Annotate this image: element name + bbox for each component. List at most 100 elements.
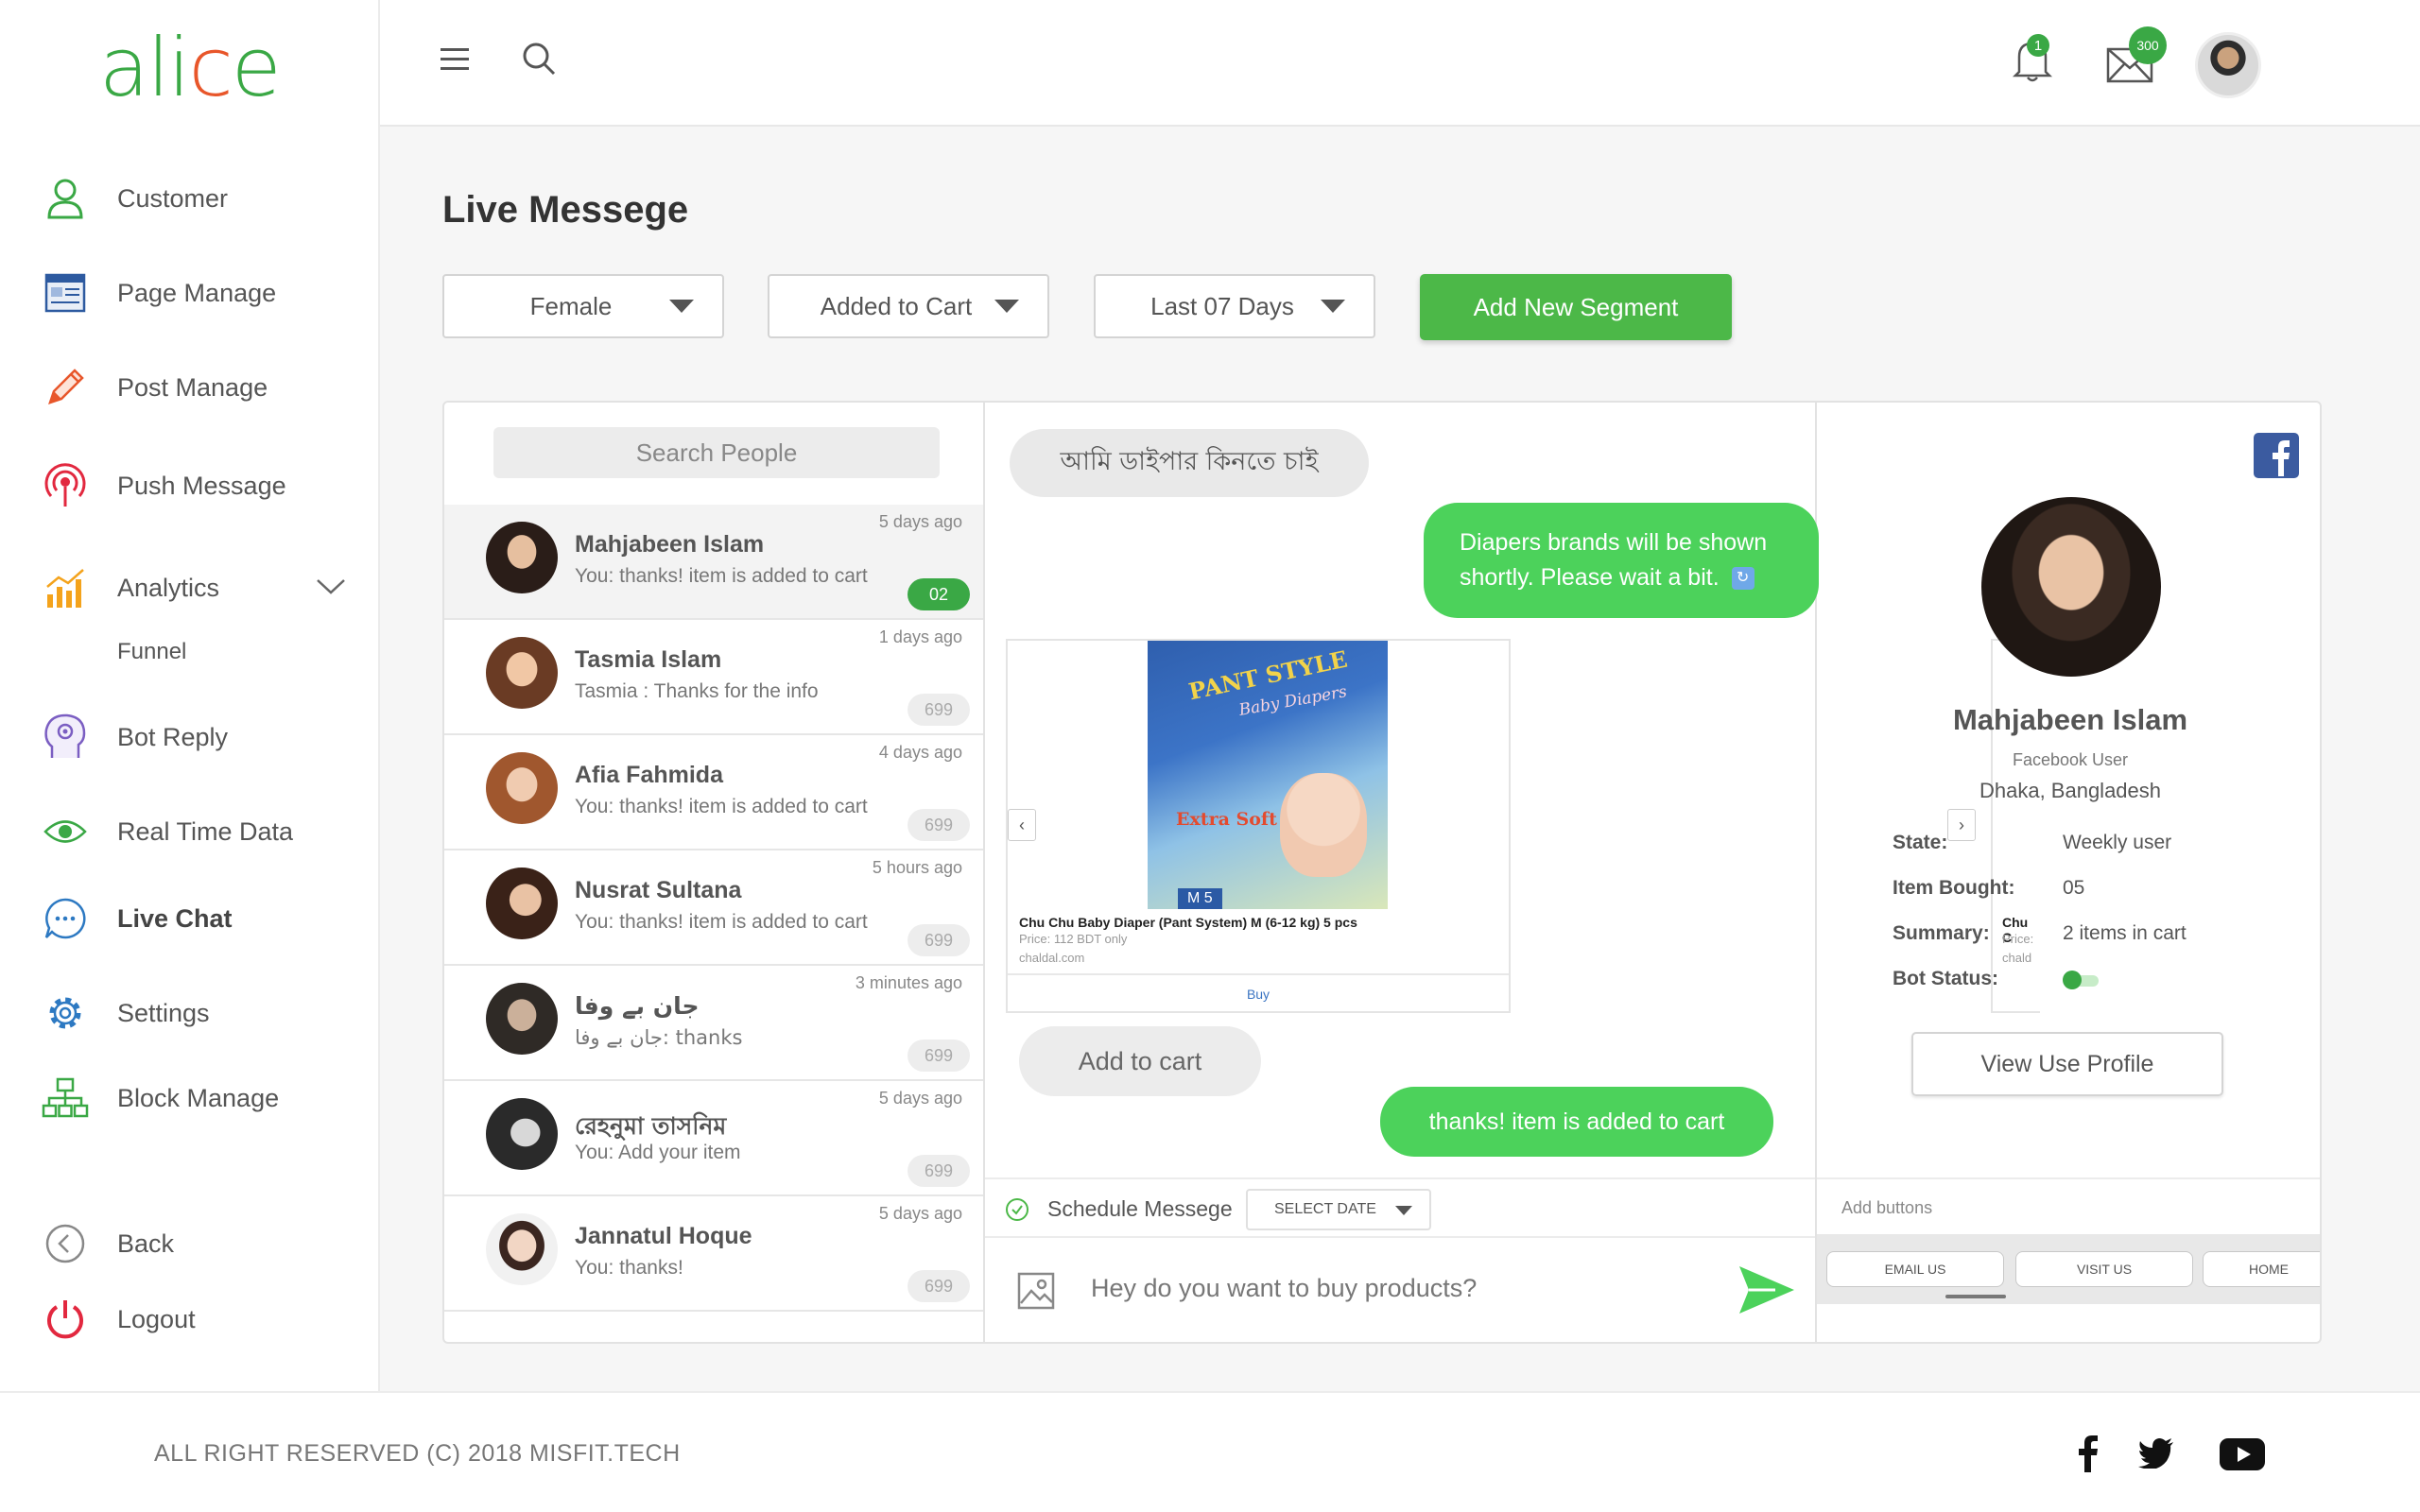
sidebar-item-live-chat[interactable]: Live Chat bbox=[42, 890, 233, 947]
baby-illustration bbox=[1280, 773, 1367, 877]
chat-panel: Search People Mahjabeen Islam You: thank… bbox=[442, 401, 2322, 1344]
page-title: Live Messege bbox=[442, 189, 689, 231]
add-new-segment-button[interactable]: Add New Segment bbox=[1420, 274, 1732, 340]
hierarchy-icon bbox=[42, 1074, 89, 1122]
send-icon[interactable] bbox=[1737, 1264, 1796, 1320]
refresh-emoji-icon: ↻ bbox=[1731, 567, 1754, 591]
select-date-dropdown[interactable]: SELECT DATE bbox=[1246, 1189, 1431, 1230]
chat-icon bbox=[42, 895, 89, 942]
unread-badge: 699 bbox=[908, 1040, 970, 1072]
sidebar-subitem-funnel[interactable]: Funnel bbox=[117, 639, 186, 665]
status-filter-dropdown[interactable]: Added to Cart bbox=[768, 274, 1049, 338]
analytics-icon bbox=[42, 564, 89, 611]
facebook-icon[interactable] bbox=[2078, 1435, 2099, 1477]
sidebar-item-block-manage[interactable]: Block Manage bbox=[42, 1070, 279, 1126]
sidebar-item-label: Logout bbox=[117, 1304, 196, 1333]
youtube-icon[interactable] bbox=[2220, 1438, 2265, 1475]
gender-filter-dropdown[interactable]: Female bbox=[442, 274, 724, 338]
outgoing-message: Diapers brands will be shown shortly. Pl… bbox=[1424, 503, 1819, 618]
contact-item[interactable]: Nusrat Sultana You: thanks! item is adde… bbox=[444, 850, 983, 966]
caret-down-icon bbox=[994, 300, 1019, 313]
schedule-checkbox[interactable] bbox=[1006, 1198, 1028, 1221]
message-input[interactable]: Hey do you want to buy products? bbox=[1091, 1274, 1477, 1303]
profile-avatar bbox=[1981, 497, 2161, 677]
user-icon bbox=[42, 175, 89, 222]
sidebar-item-label: Bot Reply bbox=[117, 722, 229, 751]
sidebar-item-post-manage[interactable]: Post Manage bbox=[42, 359, 268, 416]
quick-reply-add-to-cart[interactable]: Add to cart bbox=[1019, 1026, 1261, 1096]
menu-icon[interactable] bbox=[441, 47, 471, 77]
avatar bbox=[486, 1098, 558, 1170]
message-badge: 300 bbox=[2129, 26, 2167, 64]
app-logo[interactable]: alice bbox=[99, 21, 282, 115]
page-icon bbox=[42, 269, 89, 317]
avatar bbox=[486, 983, 558, 1055]
conversation-area: আমি ডাইপার কিনতে চাই Diapers brands will… bbox=[985, 403, 2040, 1342]
contact-item[interactable]: Afia Fahmida You: thanks! item is added … bbox=[444, 735, 983, 850]
sidebar-item-label: Page Manage bbox=[117, 278, 277, 307]
profile-location: Dhaka, Bangladesh bbox=[1979, 779, 2162, 802]
sidebar-item-push-message[interactable]: Push Message bbox=[42, 457, 286, 514]
contact-item[interactable]: Mahjabeen Islam You: thanks! item is add… bbox=[444, 505, 983, 620]
sidebar-item-settings[interactable]: Settings bbox=[42, 985, 210, 1041]
visit-us-button[interactable]: VISIT US bbox=[2015, 1251, 2193, 1287]
avatar bbox=[486, 868, 558, 939]
product-card: PANT STYLE Baby Diapers Extra Soft M 5 C… bbox=[1006, 639, 1511, 1013]
sidebar: alice Customer Page Manage Post Manage P… bbox=[0, 0, 380, 1391]
schedule-row: Schedule Messege SELECT DATE bbox=[985, 1177, 1815, 1238]
outgoing-message: thanks! item is added to cart bbox=[1380, 1087, 1773, 1157]
avatar bbox=[486, 637, 558, 709]
facebook-icon[interactable] bbox=[2254, 433, 2299, 478]
sidebar-item-back[interactable]: Back bbox=[42, 1215, 174, 1272]
copyright-text: ALL RIGHT RESERVED (C) 2018 MISFIT.TECH bbox=[154, 1440, 681, 1467]
power-icon bbox=[42, 1296, 89, 1343]
unread-badge: 699 bbox=[908, 1155, 970, 1187]
notification-badge: 1 bbox=[2027, 34, 2049, 57]
image-attach-icon[interactable] bbox=[1017, 1272, 1055, 1314]
scroll-indicator bbox=[1945, 1295, 2006, 1298]
sidebar-item-label: Back bbox=[117, 1228, 175, 1258]
sidebar-item-real-time-data[interactable]: Real Time Data bbox=[42, 803, 293, 860]
sidebar-item-logout[interactable]: Logout bbox=[42, 1291, 196, 1348]
pencil-icon bbox=[42, 364, 89, 411]
profile-role: Facebook User bbox=[2012, 750, 2129, 769]
sidebar-item-label: Settings bbox=[117, 998, 210, 1027]
date-range-filter-dropdown[interactable]: Last 07 Days bbox=[1094, 274, 1375, 338]
sidebar-item-analytics[interactable]: Analytics bbox=[42, 559, 219, 616]
sidebar-item-label: Live Chat bbox=[117, 903, 233, 933]
contact-item[interactable]: Jannatul Hoque You: thanks! 5 days ago 6… bbox=[444, 1196, 983, 1312]
caret-down-icon bbox=[1395, 1206, 1412, 1215]
sidebar-item-customer[interactable]: Customer bbox=[42, 170, 228, 227]
profile-panel: Mahjabeen Islam Facebook User Dhaka, Ban… bbox=[1817, 403, 2320, 1342]
view-profile-button[interactable]: View Use Profile bbox=[1911, 1032, 2223, 1096]
carousel-prev-button[interactable]: ‹ bbox=[1008, 809, 1036, 841]
bot-status-toggle[interactable] bbox=[2063, 971, 2099, 989]
sidebar-item-label: Analytics bbox=[117, 573, 220, 602]
search-icon[interactable] bbox=[522, 42, 556, 80]
unread-badge: 699 bbox=[908, 1270, 970, 1302]
buy-button[interactable]: Buy bbox=[1008, 973, 1509, 1013]
profile-name: Mahjabeen Islam bbox=[1952, 703, 2188, 736]
sidebar-item-label: Block Manage bbox=[117, 1083, 280, 1112]
twitter-icon[interactable] bbox=[2138, 1438, 2174, 1473]
avatar bbox=[486, 1213, 558, 1285]
sidebar-item-label: Push Message bbox=[117, 471, 286, 500]
sidebar-item-bot-reply[interactable]: Bot Reply bbox=[42, 709, 228, 765]
search-people-input[interactable]: Search People bbox=[493, 427, 940, 478]
email-us-button[interactable]: EMAIL US bbox=[1826, 1251, 2004, 1287]
footer: ALL RIGHT RESERVED (C) 2018 MISFIT.TECH bbox=[0, 1391, 2420, 1512]
unread-badge: 699 bbox=[908, 694, 970, 726]
brain-icon bbox=[42, 713, 89, 761]
contact-item[interactable]: جان بے وفا جان بے وفا: thanks 3 minutes … bbox=[444, 966, 983, 1081]
chevron-down-icon[interactable] bbox=[316, 578, 346, 600]
contact-list: Search People Mahjabeen Islam You: thank… bbox=[444, 403, 985, 1342]
contact-item[interactable]: রেহনুমা তাসনিম You: Add your item 5 days… bbox=[444, 1081, 983, 1196]
sidebar-item-page-manage[interactable]: Page Manage bbox=[42, 265, 276, 321]
contact-item[interactable]: Tasmia Islam Tasmia : Thanks for the inf… bbox=[444, 620, 983, 735]
user-avatar[interactable] bbox=[2195, 32, 2261, 98]
avatar bbox=[486, 522, 558, 593]
product-price: Price: 112 BDT only bbox=[1019, 932, 1128, 946]
unread-badge: 699 bbox=[908, 924, 970, 956]
back-icon bbox=[42, 1220, 89, 1267]
home-button[interactable]: HOME bbox=[2203, 1251, 2320, 1287]
